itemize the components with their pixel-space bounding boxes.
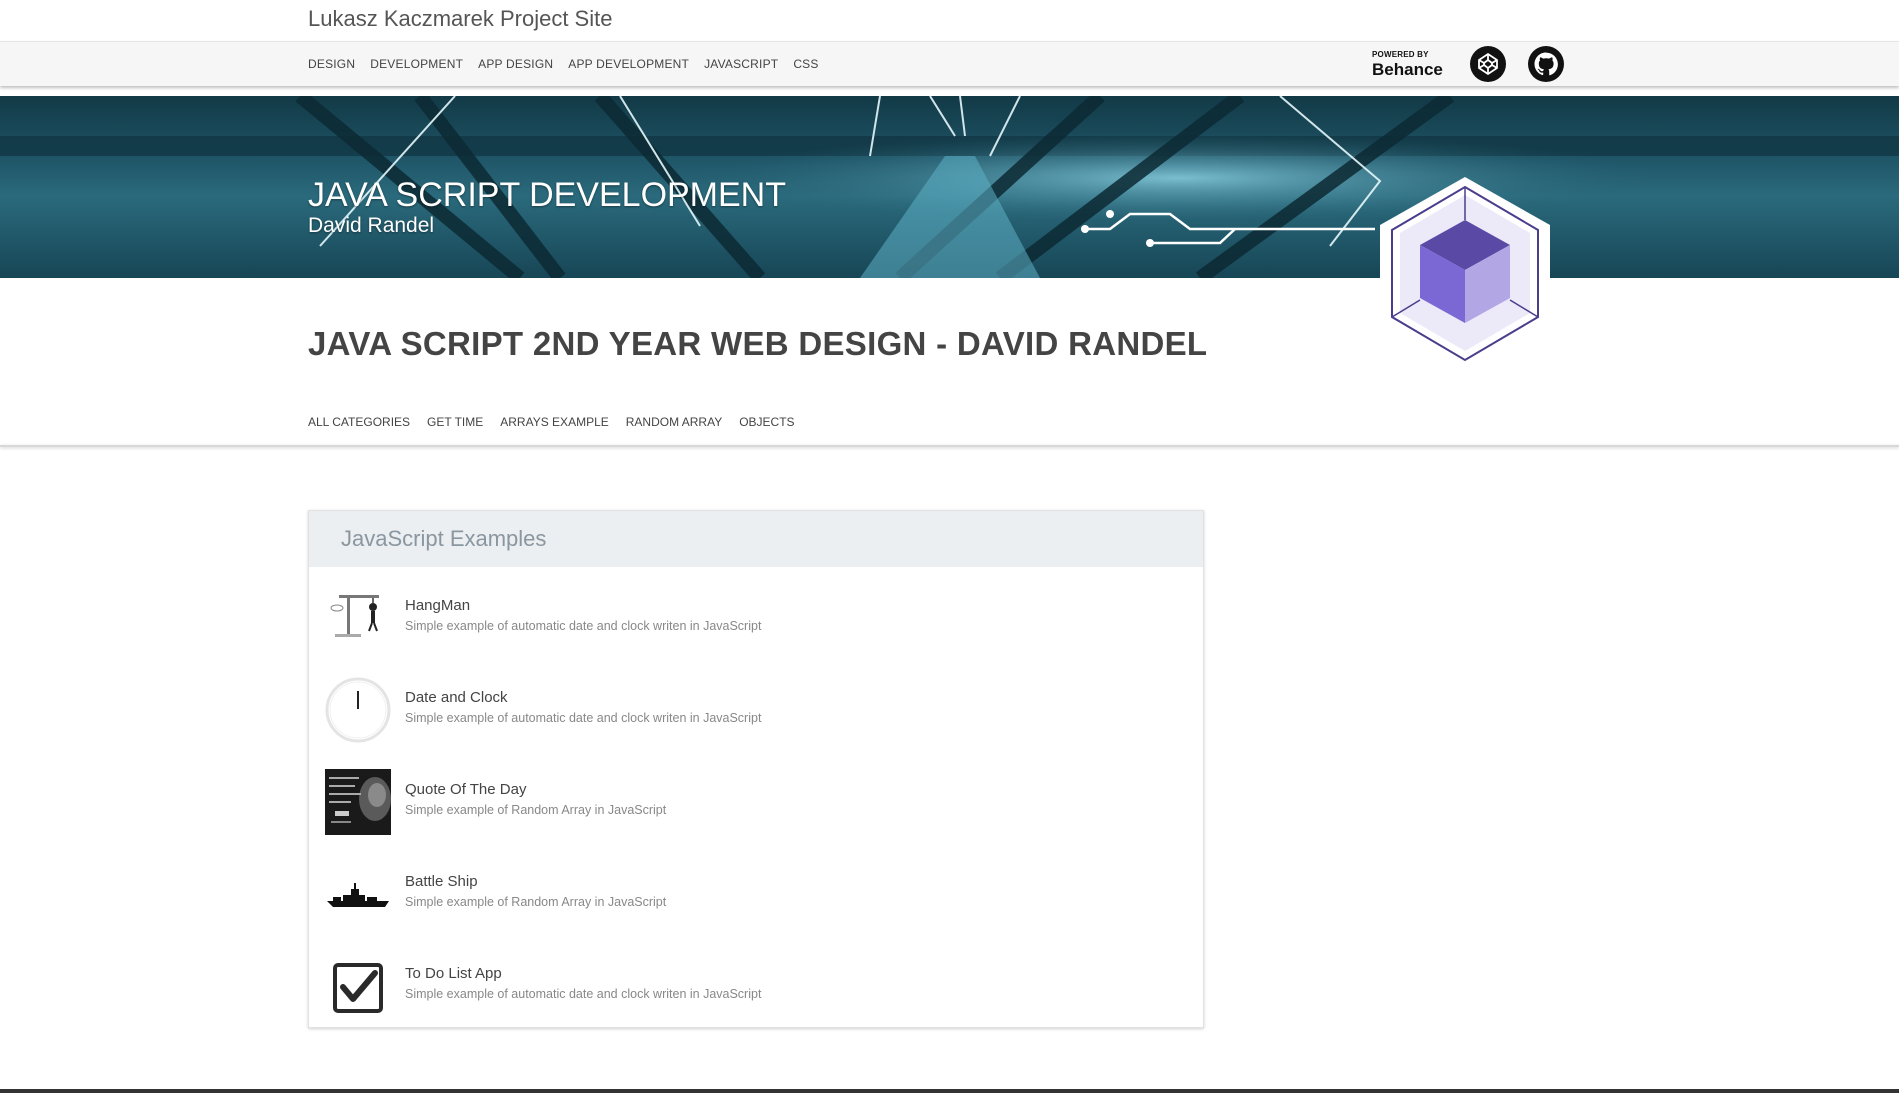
item-title[interactable]: Date and Clock: [405, 689, 761, 706]
social-links: POWERED BY Behance: [1372, 46, 1586, 82]
nav-item-app-development[interactable]: APP DEVELOPMENT: [568, 57, 689, 71]
item-title[interactable]: To Do List App: [405, 965, 761, 982]
list-item-hangman[interactable]: HangMan Simple example of automatic date…: [325, 585, 761, 651]
github-icon[interactable]: [1527, 46, 1564, 82]
page-heading: JAVA SCRIPT 2ND YEAR WEB DESIGN - DAVID …: [308, 325, 1208, 362]
category-all[interactable]: ALL CATEGORIES: [308, 415, 410, 429]
top-nav-list: DESIGN DEVELOPMENT APP DESIGN APP DEVELO…: [308, 57, 834, 71]
footer-bar: [0, 1089, 1899, 1093]
quote-thumbnail: [325, 769, 391, 835]
section-divider: [0, 445, 1899, 447]
item-description: Simple example of Random Array in JavaSc…: [405, 895, 667, 909]
category-random-array[interactable]: RANDOM ARRAY: [626, 415, 722, 429]
checkbox-thumbnail: [325, 953, 391, 1019]
category-get-time[interactable]: GET TIME: [427, 415, 483, 429]
list-item-quote[interactable]: Quote Of The Day Simple example of Rando…: [325, 769, 666, 835]
behance-logo[interactable]: POWERED BY Behance: [1372, 49, 1443, 79]
nav-item-javascript[interactable]: JAVASCRIPT: [704, 57, 778, 71]
nav-item-app-design[interactable]: APP DESIGN: [478, 57, 553, 71]
behance-powered-by: POWERED BY: [1372, 49, 1429, 59]
card-title: JavaScript Examples: [309, 511, 1203, 567]
category-arrays-example[interactable]: ARRAYS EXAMPLE: [500, 415, 608, 429]
hero-banner: JAVA SCRIPT DEVELOPMENT David Randel: [0, 96, 1899, 278]
codepen-icon[interactable]: [1469, 46, 1506, 82]
item-description: Simple example of automatic date and clo…: [405, 987, 762, 1001]
list-item-date-clock[interactable]: Date and Clock Simple example of automat…: [325, 677, 761, 743]
nav-item-design[interactable]: DESIGN: [308, 57, 355, 71]
category-nav: ALL CATEGORIES GET TIME ARRAYS EXAMPLE R…: [308, 415, 812, 429]
battleship-thumbnail: [325, 861, 391, 927]
nav-item-development[interactable]: DEVELOPMENT: [370, 57, 463, 71]
item-description: Simple example of automatic date and clo…: [405, 711, 762, 725]
behance-name: Behance: [1372, 59, 1443, 79]
item-description: Simple example of automatic date and clo…: [405, 619, 762, 633]
item-title[interactable]: Battle Ship: [405, 873, 666, 890]
examples-card: JavaScript Examples HangMan Simple examp…: [308, 510, 1204, 1028]
hero-background-image: [0, 96, 1899, 278]
list-item-todo[interactable]: To Do List App Simple example of automat…: [325, 953, 761, 1019]
hero-subtitle: David Randel: [308, 214, 435, 237]
hangman-thumbnail: [325, 585, 391, 651]
site-title[interactable]: Lukasz Kaczmarek Project Site: [308, 6, 612, 32]
hexagon-cube-logo: [1380, 177, 1550, 368]
hero-title: JAVA SCRIPT DEVELOPMENT: [308, 176, 787, 214]
clock-thumbnail: [325, 677, 391, 743]
item-title[interactable]: HangMan: [405, 597, 761, 614]
nav-item-css[interactable]: CSS: [793, 57, 818, 71]
page: Lukasz Kaczmarek Project Site DESIGN DEV…: [0, 0, 1899, 1093]
item-description: Simple example of Random Array in JavaSc…: [405, 803, 667, 817]
top-navigation: DESIGN DEVELOPMENT APP DESIGN APP DEVELO…: [0, 41, 1899, 86]
category-objects[interactable]: OBJECTS: [739, 415, 794, 429]
item-title[interactable]: Quote Of The Day: [405, 781, 666, 798]
list-item-battleship[interactable]: Battle Ship Simple example of Random Arr…: [325, 861, 666, 927]
